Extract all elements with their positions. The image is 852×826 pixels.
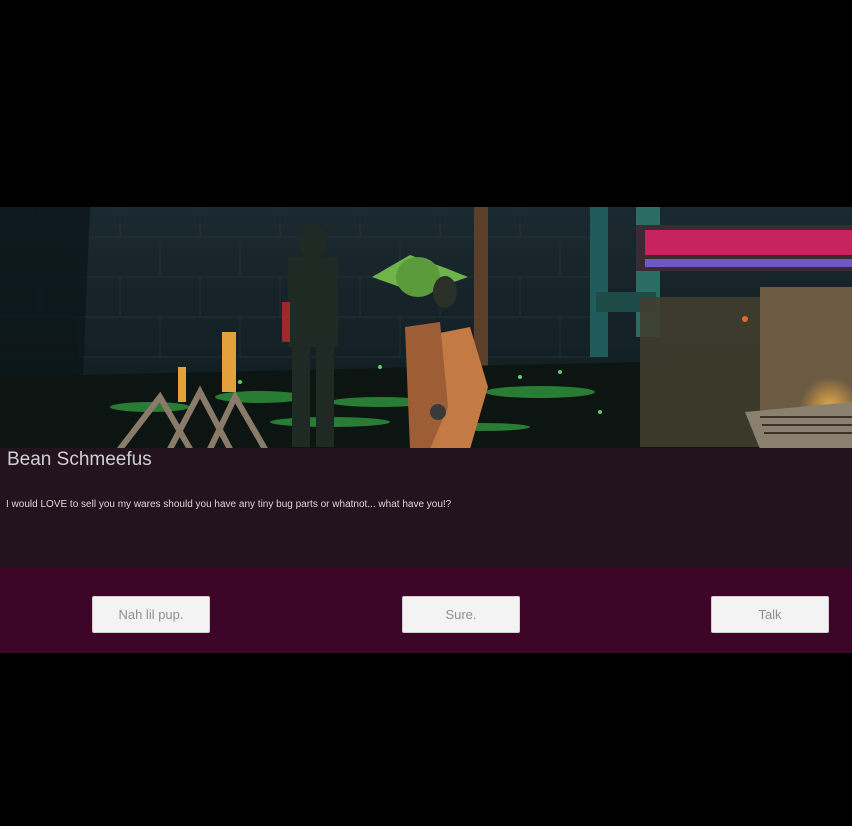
game-screen: Bean Schmeefus I would LOVE to sell you …	[0, 0, 852, 826]
stamina-bar	[645, 259, 852, 267]
dialog-text: I would LOVE to sell you my wares should…	[6, 499, 452, 510]
choice-button-talk[interactable]: Talk	[711, 596, 829, 633]
choice-button-accept[interactable]: Sure.	[402, 596, 520, 633]
health-bar	[645, 230, 852, 255]
choice-button-decline[interactable]: Nah lil pup.	[92, 596, 210, 633]
speaker-name: Bean Schmeefus	[7, 449, 152, 470]
letterbox-top	[0, 0, 852, 207]
